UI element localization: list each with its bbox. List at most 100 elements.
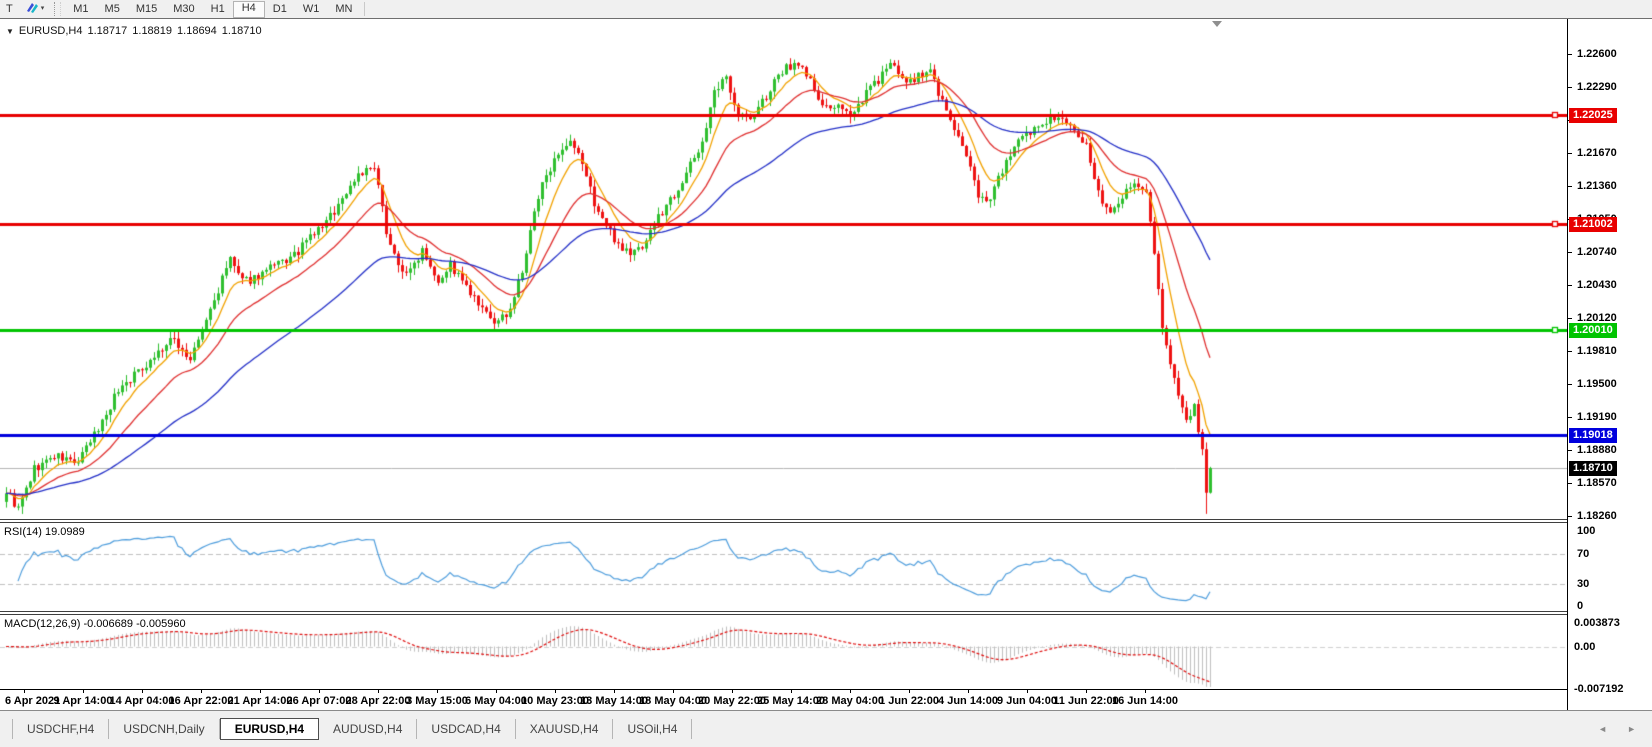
time-axis[interactable]: 6 Apr 20219 Apr 14:0014 Apr 04:0016 Apr … bbox=[0, 689, 1567, 710]
price-tick-label: 1.20430 bbox=[1577, 279, 1617, 291]
toolbar: T ▾ M1M5M15M30H1H4D1W1MN bbox=[0, 0, 1652, 18]
chart-tab-audusd-h4[interactable]: AUDUSD,H4 bbox=[319, 719, 417, 739]
time-tick-mark bbox=[1086, 690, 1087, 693]
time-tick-label: 18 May 04:00 bbox=[639, 695, 707, 707]
toolbar-separator bbox=[364, 2, 365, 16]
timeframe-button-h1[interactable]: H1 bbox=[203, 2, 233, 17]
time-tick-label: 9 Apr 14:00 bbox=[54, 695, 113, 707]
chart-tab-eurusd-h4[interactable]: EURUSD,H4 bbox=[220, 718, 319, 740]
price-tick-mark bbox=[1568, 54, 1572, 55]
price-tick-label: 1.22600 bbox=[1577, 48, 1617, 60]
ohlc-low: 1.18694 bbox=[177, 25, 217, 37]
time-tick-mark bbox=[24, 690, 25, 693]
price-panel: ▼ EURUSD,H4 1.18717 1.18819 1.18694 1.18… bbox=[0, 19, 1567, 519]
chart-tab-usdcnh-daily[interactable]: USDCNH,Daily bbox=[109, 719, 219, 739]
price-axis[interactable]: 0.0038730.00-0.0071921.226001.222901.219… bbox=[1567, 19, 1652, 710]
price-chart-canvas[interactable] bbox=[0, 19, 1567, 519]
price-tick-mark bbox=[1568, 285, 1572, 286]
price-tick-label: 1.21360 bbox=[1577, 180, 1617, 192]
price-tick-label: 1.19500 bbox=[1577, 378, 1617, 390]
price-tick-mark bbox=[1568, 87, 1572, 88]
price-tick-mark bbox=[1568, 417, 1572, 418]
time-tick-label: 1 Jun 22:00 bbox=[879, 695, 939, 707]
timeframe-button-h4[interactable]: H4 bbox=[233, 1, 265, 18]
mt4-window: T ▾ M1M5M15M30H1H4D1W1MN ▼ EURUSD,H4 1.1… bbox=[0, 0, 1652, 747]
time-tick-mark bbox=[319, 690, 320, 693]
time-tick-mark bbox=[791, 690, 792, 693]
toolbar-grip bbox=[54, 2, 61, 16]
price-tick-mark bbox=[1568, 483, 1572, 484]
price-level-badge-1-20010: 1.20010 bbox=[1569, 323, 1617, 338]
timeframe-button-d1[interactable]: D1 bbox=[265, 2, 295, 17]
text-tool-button[interactable]: T bbox=[0, 1, 19, 17]
chart-header: ▼ EURUSD,H4 1.18717 1.18819 1.18694 1.18… bbox=[6, 25, 262, 37]
time-tick-label: 14 Apr 04:00 bbox=[109, 695, 174, 707]
timeframe-button-m5[interactable]: M5 bbox=[97, 2, 128, 17]
chart-tab-usoil-h4[interactable]: USOil,H4 bbox=[613, 719, 692, 739]
price-tick-label: 1.20740 bbox=[1577, 246, 1617, 258]
time-tick-label: 13 May 14:00 bbox=[580, 695, 648, 707]
time-tick-mark bbox=[496, 690, 497, 693]
timeframe-button-m15[interactable]: M15 bbox=[128, 2, 165, 17]
time-tick-mark bbox=[732, 690, 733, 693]
price-tick-label: 1.18570 bbox=[1577, 477, 1617, 489]
price-level-badge-1-19018: 1.19018 bbox=[1569, 428, 1617, 443]
macd-axis-tick: -0.007192 bbox=[1574, 683, 1624, 695]
time-tick-label: 28 Apr 22:00 bbox=[345, 695, 410, 707]
chart-tab-usdcad-h4[interactable]: USDCAD,H4 bbox=[417, 719, 515, 739]
tab-scroll-arrows: ◄ ► bbox=[1598, 724, 1636, 734]
price-tick-label: 1.22290 bbox=[1577, 81, 1617, 93]
price-tick-mark bbox=[1568, 186, 1572, 187]
price-tick-mark bbox=[1568, 351, 1572, 352]
time-tick-label: 9 Jun 04:00 bbox=[997, 695, 1057, 707]
chart-tab-usdchf-h4[interactable]: USDCHF,H4 bbox=[12, 719, 109, 739]
timeframe-button-m30[interactable]: M30 bbox=[165, 2, 202, 17]
time-tick-mark bbox=[614, 690, 615, 693]
chart-shift-marker[interactable] bbox=[1212, 21, 1222, 27]
time-tick-mark bbox=[968, 690, 969, 693]
rsi-canvas[interactable] bbox=[0, 523, 1567, 611]
price-level-badge-1-22025: 1.22025 bbox=[1569, 108, 1617, 123]
dropdown-arrow-icon: ▾ bbox=[41, 1, 45, 17]
ohlc-close: 1.18710 bbox=[222, 25, 262, 37]
time-tick-mark bbox=[555, 690, 556, 693]
time-tick-mark bbox=[201, 690, 202, 693]
time-tick-label: 16 Jun 14:00 bbox=[1112, 695, 1178, 707]
price-tick-mark bbox=[1568, 318, 1572, 319]
timeframe-button-m1[interactable]: M1 bbox=[65, 2, 96, 17]
price-tick-mark bbox=[1568, 252, 1572, 253]
time-tick-mark bbox=[437, 690, 438, 693]
chart-symbol-label: EURUSD,H4 bbox=[19, 25, 83, 37]
price-level-badge-1-18710: 1.18710 bbox=[1569, 461, 1617, 476]
time-tick-label: 25 May 14:00 bbox=[757, 695, 825, 707]
rsi-axis-tick: 30 bbox=[1577, 578, 1589, 590]
chart-tab-xauusd-h4[interactable]: XAUUSD,H4 bbox=[516, 719, 614, 739]
time-tick-label: 16 Apr 22:00 bbox=[168, 695, 233, 707]
colors-button[interactable]: ▾ bbox=[19, 1, 51, 17]
collapse-triangle-icon[interactable]: ▼ bbox=[6, 27, 14, 36]
time-tick-label: 21 Apr 14:00 bbox=[227, 695, 292, 707]
tab-scroll-left-icon[interactable]: ◄ bbox=[1598, 724, 1607, 734]
macd-axis-tick: 0.003873 bbox=[1574, 617, 1620, 629]
timeframe-button-w1[interactable]: W1 bbox=[295, 2, 328, 17]
timeframe-button-mn[interactable]: MN bbox=[327, 2, 360, 17]
time-tick-mark bbox=[83, 690, 84, 693]
price-tick-label: 1.21670 bbox=[1577, 147, 1617, 159]
price-level-badge-1-21002: 1.21002 bbox=[1569, 217, 1617, 232]
chart-tab-bar: USDCHF,H4USDCNH,DailyEURUSD,H4AUDUSD,H4U… bbox=[0, 710, 1652, 747]
macd-canvas[interactable] bbox=[0, 615, 1567, 689]
ohlc-open: 1.18717 bbox=[88, 25, 128, 37]
macd-label: MACD(12,26,9) -0.006689 -0.005960 bbox=[4, 618, 186, 630]
price-tick-label: 1.18260 bbox=[1577, 510, 1617, 522]
time-tick-label: 6 May 04:00 bbox=[465, 695, 527, 707]
price-tick-label: 1.19190 bbox=[1577, 411, 1617, 423]
macd-axis-tick: 0.00 bbox=[1574, 641, 1595, 653]
price-tick-label: 1.19810 bbox=[1577, 345, 1617, 357]
tab-scroll-right-icon[interactable]: ► bbox=[1627, 724, 1636, 734]
time-tick-mark bbox=[142, 690, 143, 693]
price-tick-mark bbox=[1568, 153, 1572, 154]
chart-plots-column: ▼ EURUSD,H4 1.18717 1.18819 1.18694 1.18… bbox=[0, 19, 1567, 710]
price-tick-label: 1.18880 bbox=[1577, 444, 1617, 456]
timeframe-button-group: M1M5M15M30H1H4D1W1MN bbox=[65, 1, 360, 18]
time-tick-label: 11 Jun 22:00 bbox=[1053, 695, 1118, 707]
